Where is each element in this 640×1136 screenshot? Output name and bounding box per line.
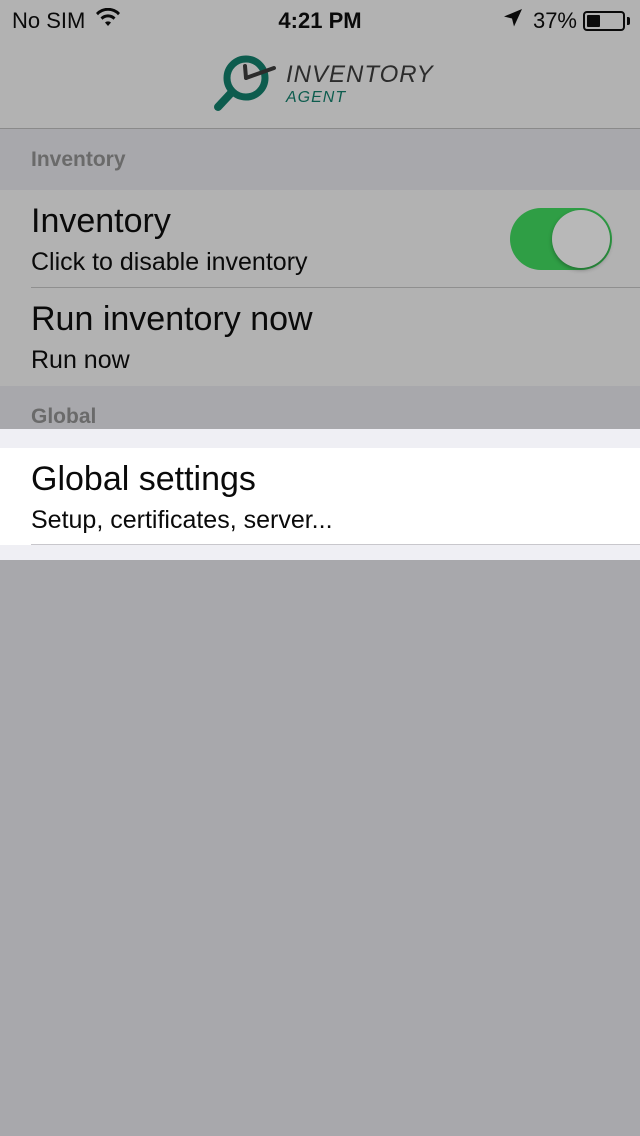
cell-title: Inventory <box>31 202 171 240</box>
cell-subtitle: Setup, certificates, server... <box>31 506 333 534</box>
status-right: 37% <box>503 8 630 34</box>
inventory-toggle-cell[interactable]: Inventory Click to disable inventory <box>0 190 640 288</box>
logo-subtitle: AGENT <box>286 88 347 106</box>
app-logo: INVENTORY AGENT <box>212 52 434 117</box>
inventory-toggle-switch[interactable] <box>510 208 612 270</box>
section-spacer <box>0 429 640 448</box>
section-header-inventory: Inventory <box>0 129 640 190</box>
run-inventory-cell[interactable]: Run inventory now Run now <box>0 288 640 386</box>
battery-tip <box>627 17 630 25</box>
toggle-knob <box>552 210 610 268</box>
status-bar: No SIM 4:21 PM 37% <box>0 0 640 40</box>
battery-percent: 37% <box>532 8 577 33</box>
cell-title: Global settings <box>31 460 256 498</box>
table-footer <box>0 545 640 560</box>
global-settings-cell[interactable]: Global settings Setup, certificates, ser… <box>0 448 640 545</box>
app-screen: No SIM 4:21 PM 37% INVENTORY AGENT Inven… <box>0 0 640 1136</box>
battery-icon <box>583 11 625 31</box>
section-header-global: Global <box>0 386 640 429</box>
cell-title: Run inventory now <box>31 300 313 338</box>
cell-subtitle: Click to disable inventory <box>31 248 308 276</box>
cell-subtitle: Run now <box>31 346 130 374</box>
magnifier-clock-icon <box>212 52 278 117</box>
logo-title: INVENTORY <box>286 60 434 88</box>
nav-bar: INVENTORY AGENT <box>0 40 640 129</box>
battery-level-fill <box>587 15 600 27</box>
logo-text: INVENTORY AGENT <box>286 60 434 108</box>
location-arrow-icon <box>503 8 523 34</box>
